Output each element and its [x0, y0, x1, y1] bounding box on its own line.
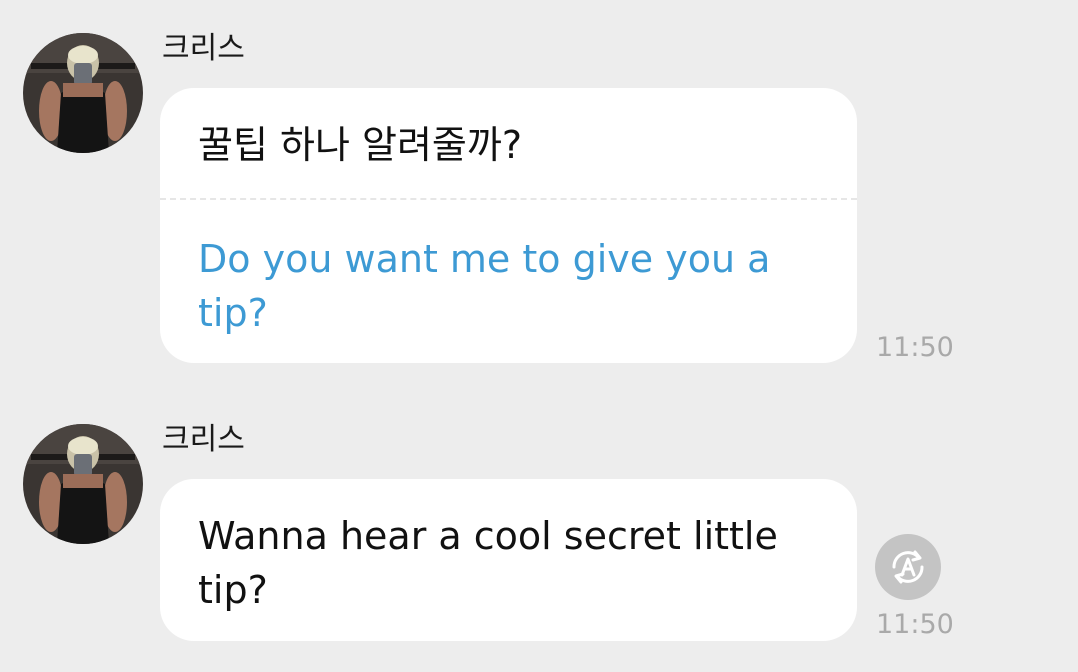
message-bubble[interactable]: 꿀팁 하나 알려줄까? Do you want me to give you a…	[160, 88, 857, 363]
avatar-image	[23, 424, 143, 544]
timestamp: 11:50	[876, 332, 954, 363]
timestamp: 11:50	[876, 609, 954, 640]
chat-message: 크리스 Wanna hear a cool secret little tip?…	[0, 400, 1078, 672]
avatar-image	[23, 33, 143, 153]
sender-name: 크리스	[162, 31, 245, 66]
message-text: 꿀팁 하나 알려줄까?	[198, 123, 523, 167]
message-text: Wanna hear a cool secret little tip?	[198, 514, 778, 612]
auto-translate-button[interactable]	[875, 534, 941, 600]
avatar[interactable]	[23, 33, 143, 153]
avatar[interactable]	[23, 424, 143, 544]
translation-text: Do you want me to give you a tip?	[198, 237, 771, 335]
message-bubble[interactable]: Wanna hear a cool secret little tip?	[160, 479, 857, 641]
chat-message: 크리스 꿀팁 하나 알려줄까? Do you want me to give y…	[0, 0, 1078, 380]
translation-divider	[160, 198, 857, 200]
auto-translate-icon	[892, 550, 924, 584]
sender-name: 크리스	[162, 422, 245, 457]
